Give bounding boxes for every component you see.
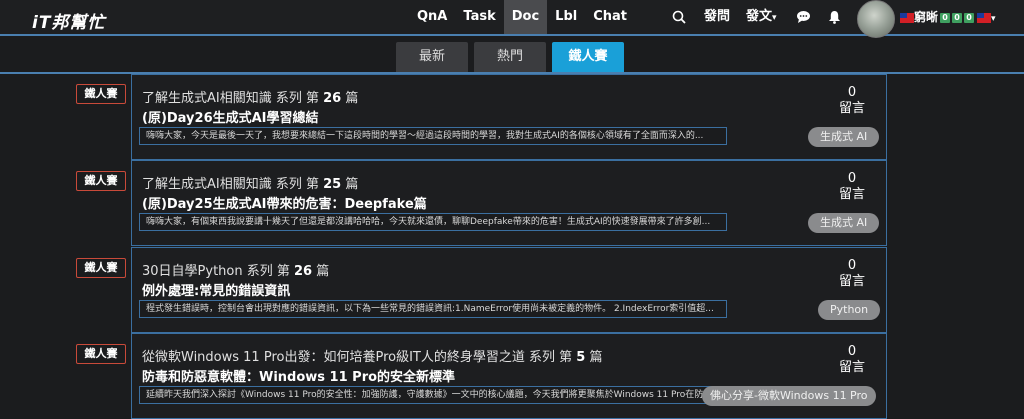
chevron-down-icon: ▾	[991, 14, 996, 24]
list-item: 30日自學Python 系列 第 26 篇 例外處理:常見的錯誤資訊 程式發生錯…	[131, 247, 887, 333]
series-link[interactable]: 30日自學Python 系列 第 26 篇	[142, 260, 329, 279]
comment-count-value: 0	[847, 85, 857, 100]
list-item: 了解生成式AI相關知識 系列 第 25 篇 (原)Day25生成式AI帶來的危害…	[131, 160, 887, 246]
post-title[interactable]: 例外處理:常見的錯誤資訊	[142, 280, 290, 299]
nav-doc[interactable]: Doc	[503, 0, 548, 34]
nav-qna[interactable]: QnA	[409, 0, 455, 34]
user-badge: 0	[964, 12, 975, 23]
ironman-badge[interactable]: 鐵人賽	[76, 171, 126, 191]
comment-count: 0 留言	[822, 344, 882, 376]
post-title[interactable]: (原)Day26生成式AI學習總結	[142, 107, 319, 126]
tag-pill[interactable]: 佛心分享-微軟Windows 11 Pro	[702, 386, 876, 406]
post-article-label: 發文	[746, 9, 773, 24]
tab-popular[interactable]: 熱門	[474, 42, 546, 72]
site-logo[interactable]: iT邦幫忙	[32, 8, 105, 33]
user-badge: 0	[940, 12, 951, 23]
search-icon[interactable]	[672, 0, 686, 34]
series-name: 從微軟Windows 11 Pro出發：如何培養Pro級IT人的終身學習之道 系…	[142, 350, 573, 365]
flag-icon	[900, 12, 914, 23]
comment-count-value: 0	[847, 258, 857, 273]
list-item: 從微軟Windows 11 Pro出發：如何培養Pro級IT人的終身學習之道 系…	[131, 333, 887, 419]
tab-latest[interactable]: 最新	[396, 42, 468, 72]
series-suffix: 篇	[589, 350, 603, 365]
series-number: 26	[323, 91, 342, 106]
chevron-down-icon: ▾	[772, 13, 777, 23]
tag-pill[interactable]: Python	[818, 300, 881, 320]
ironman-badge[interactable]: 鐵人賽	[76, 84, 126, 104]
post-excerpt[interactable]: 嗨嗨大家，有個東西我說要講十幾天了但還是都沒講哈哈哈，今天就來還債，聊聊Deep…	[139, 213, 727, 231]
ask-button[interactable]: 發問	[704, 0, 730, 34]
comment-count: 0 留言	[822, 85, 882, 117]
comment-count-label: 留言	[838, 274, 865, 289]
list-item: 了解生成式AI相關知識 系列 第 26 篇 (原)Day26生成式AI學習總結 …	[131, 74, 887, 160]
article-tabs: 最新 熱門 鐵人賽	[396, 42, 624, 72]
series-suffix: 篇	[316, 264, 330, 279]
chat-bubble-icon[interactable]	[796, 0, 811, 34]
post-title[interactable]: (原)Day25生成式AI帶來的危害：Deepfake篇	[142, 193, 427, 212]
top-navbar: iT邦幫忙 QnA Task Doc Lbl Chat 發問 發文▾ 窮晰 0 0 0…	[0, 0, 1024, 38]
ironman-badge[interactable]: 鐵人賽	[76, 258, 126, 278]
series-name: 了解生成式AI相關知識 系列 第	[142, 177, 319, 192]
user-menu[interactable]: 窮晰 0 0 0 ▾	[900, 0, 996, 34]
avatar[interactable]	[857, 0, 895, 38]
comment-count-value: 0	[847, 171, 857, 186]
comment-count-label: 留言	[838, 187, 865, 202]
nav-task[interactable]: Task	[455, 0, 503, 34]
tag-pill[interactable]: 生成式 AI	[808, 213, 880, 233]
nav-chat[interactable]: Chat	[585, 0, 635, 34]
flag-icon	[977, 12, 992, 23]
main-nav: QnA Task Doc Lbl Chat	[409, 0, 635, 34]
nav-lbl[interactable]: Lbl	[547, 0, 585, 34]
ironman-badge[interactable]: 鐵人賽	[76, 344, 126, 364]
series-number: 5	[576, 350, 586, 365]
user-badge: 0	[952, 12, 963, 23]
username: 窮晰	[914, 10, 939, 24]
series-number: 25	[323, 177, 342, 192]
comment-count-label: 留言	[838, 101, 865, 116]
comment-count: 0 留言	[822, 258, 882, 290]
series-name: 了解生成式AI相關知識 系列 第	[142, 91, 319, 106]
post-article-button[interactable]: 發文▾	[746, 0, 777, 34]
comment-count-value: 0	[847, 344, 857, 359]
post-excerpt[interactable]: 嗨嗨大家，今天是最後一天了，我想要來總結一下這段時間的學習～經過這段時間的學習，…	[139, 127, 727, 145]
series-name: 30日自學Python 系列 第	[142, 264, 290, 279]
comment-count-label: 留言	[838, 360, 865, 375]
tab-ironman[interactable]: 鐵人賽	[552, 42, 624, 72]
series-link[interactable]: 從微軟Windows 11 Pro出發：如何培養Pro級IT人的終身學習之道 系…	[142, 346, 602, 365]
series-link[interactable]: 了解生成式AI相關知識 系列 第 25 篇	[142, 173, 358, 192]
post-excerpt[interactable]: 延續昨天我們深入探討《Windows 11 Pro的安全性：加強防護，守護數據》…	[139, 386, 727, 404]
series-suffix: 篇	[345, 177, 359, 192]
series-suffix: 篇	[345, 91, 359, 106]
post-excerpt[interactable]: 程式發生錯誤時，控制台會出現對應的錯誤資訊，以下為一些常見的錯誤資訊:1.Nam…	[139, 300, 727, 318]
comment-count: 0 留言	[822, 171, 882, 203]
series-number: 26	[294, 264, 313, 279]
post-title[interactable]: 防毒和防惡意軟體：Windows 11 Pro的安全新標準	[142, 366, 455, 385]
tag-pill[interactable]: 生成式 AI	[808, 127, 880, 147]
series-link[interactable]: 了解生成式AI相關知識 系列 第 26 篇	[142, 87, 358, 106]
bell-icon[interactable]	[828, 0, 841, 34]
